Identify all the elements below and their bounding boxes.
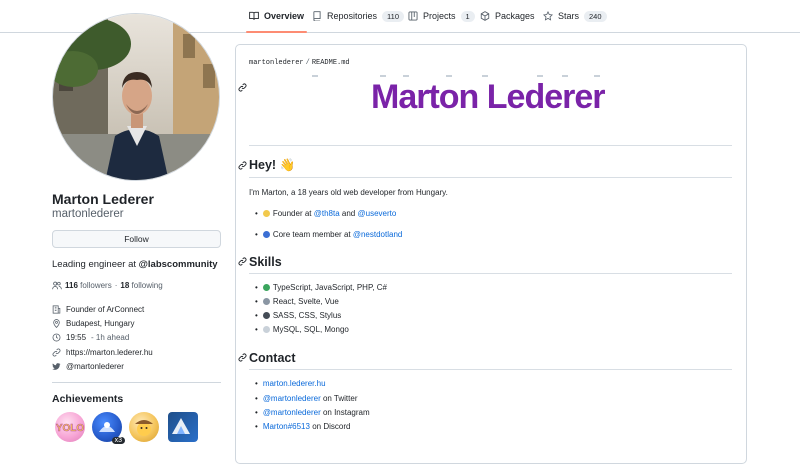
repo-icon <box>313 11 321 21</box>
achievement-quickdraw-badge[interactable] <box>129 412 159 442</box>
repositories-counter: 110 <box>382 10 404 22</box>
readme-divider <box>249 145 732 146</box>
readme-breadcrumb: martonlederer / README.md <box>249 59 350 67</box>
emoji-icon <box>262 312 270 319</box>
star-icon <box>543 11 553 21</box>
arctic-vault-icon <box>172 418 190 434</box>
list-item: React, Svelte, Vue <box>255 297 339 306</box>
clock-icon <box>52 333 61 342</box>
emoji-icon <box>262 284 270 291</box>
list-item: MySQL, SQL, Mongo <box>255 325 349 334</box>
twitter-icon <box>52 363 61 370</box>
tab-stars[interactable]: Stars 240 <box>543 0 607 32</box>
list-item: @martonlederer on Twitter <box>255 394 358 403</box>
tab-packages[interactable]: Packages <box>480 0 535 32</box>
useverto-link[interactable]: @useverto <box>358 209 397 218</box>
profile-fullname: Marton Lederer <box>52 191 154 207</box>
list-item: SASS, CSS, Stylus <box>255 311 341 320</box>
anchor-link-icon[interactable] <box>238 257 247 266</box>
svg-text:YOLO: YOLO <box>56 423 85 434</box>
list-item: Core team member at @nestdotland <box>255 230 402 239</box>
readme-owner-link[interactable]: martonlederer <box>249 59 304 67</box>
avatar-photo <box>53 14 219 180</box>
anchor-link-icon[interactable] <box>238 161 247 170</box>
vcard-localtime: 19:55 - 1h ahead <box>52 333 129 342</box>
vcard-twitter[interactable]: @martonlederer <box>52 362 124 371</box>
achievements-heading: Achievements <box>52 393 124 405</box>
emoji-icon <box>262 210 270 217</box>
twitter-link[interactable]: @martonlederer <box>263 394 321 403</box>
profile-bio: Leading engineer at @labscommunity <box>52 259 218 270</box>
vcard-location: Budapest, Hungary <box>52 319 135 328</box>
tab-repositories[interactable]: Repositories 110 <box>312 0 404 32</box>
heading-underline <box>249 273 732 274</box>
people-icon <box>52 281 62 290</box>
tab-label: Stars <box>558 11 580 21</box>
heading-skills: Skills <box>249 255 282 269</box>
achievement-pull-shark-badge[interactable]: x3 <box>92 412 125 444</box>
breadcrumb-separator: / <box>305 59 310 67</box>
list-item: @martonlederer on Instagram <box>255 408 370 417</box>
profile-avatar[interactable] <box>52 13 220 181</box>
intro-paragraph: I'm Marton, a 18 years old web developer… <box>249 188 448 197</box>
book-icon <box>249 11 259 20</box>
instagram-link[interactable]: @martonlederer <box>263 408 321 417</box>
tab-label: Overview <box>264 11 305 21</box>
cowboy-face-icon <box>135 420 153 436</box>
readme-hero-title: Marton Lederer <box>371 78 605 116</box>
link-icon <box>52 348 61 357</box>
readme-file-name[interactable]: README.md <box>312 59 350 67</box>
follow-stats: 116 followers · 18 following <box>52 281 163 290</box>
list-item: marton.lederer.hu <box>255 379 326 388</box>
stats-separator: · <box>114 281 118 290</box>
project-icon <box>408 11 418 21</box>
tab-overview[interactable]: Overview <box>245 0 308 33</box>
emoji-icon <box>262 231 270 238</box>
location-icon <box>53 319 60 328</box>
followers-link[interactable]: 116 followers <box>65 281 112 290</box>
tab-label: Projects <box>423 11 456 21</box>
vcard-website[interactable]: https://marton.lederer.hu <box>52 348 153 357</box>
achievement-multiplier: x3 <box>111 437 125 444</box>
package-icon <box>480 11 490 21</box>
organization-icon <box>52 305 61 314</box>
emoji-icon <box>262 326 270 333</box>
projects-counter: 1 <box>460 10 475 22</box>
achievement-arctic-badge[interactable] <box>168 412 198 442</box>
list-item: TypeScript, JavaScript, PHP, C# <box>255 283 387 292</box>
follow-button[interactable]: Follow <box>52 230 221 248</box>
nestdotland-link[interactable]: @nestdotland <box>353 230 403 239</box>
yolo-icon: YOLO <box>56 423 85 435</box>
list-item: Marton#6513 on Discord <box>255 422 351 431</box>
website-link[interactable]: marton.lederer.hu <box>263 379 326 388</box>
sidebar-divider <box>52 382 221 383</box>
heading-underline <box>249 369 732 370</box>
anchor-link-icon[interactable] <box>238 83 247 92</box>
stars-counter: 240 <box>584 10 607 22</box>
list-item: Founder at @th8ta and @useverto <box>255 209 396 218</box>
profile-username: martonlederer <box>52 208 124 220</box>
heading-underline <box>249 177 732 178</box>
anchor-link-icon[interactable] <box>238 353 247 362</box>
vcard-organization: Founder of ArConnect <box>52 305 144 314</box>
tab-label: Packages <box>495 11 535 21</box>
heading-hey: Hey! 👋 <box>249 158 296 172</box>
bio-text: Leading engineer at <box>52 259 139 270</box>
achievement-yolo-badge[interactable]: YOLO <box>55 412 85 442</box>
th8ta-link[interactable]: @th8ta <box>314 209 340 218</box>
discord-link[interactable]: Marton#6513 <box>263 422 310 431</box>
tab-label: Repositories <box>327 11 378 21</box>
tab-projects[interactable]: Projects 1 <box>408 0 475 32</box>
following-link[interactable]: 18 following <box>120 281 162 290</box>
emoji-icon <box>262 298 270 305</box>
bio-org-link[interactable]: @labscommunity <box>139 259 218 270</box>
heading-contact: Contact <box>249 351 296 365</box>
time-offset: - 1h ahead <box>91 333 130 342</box>
